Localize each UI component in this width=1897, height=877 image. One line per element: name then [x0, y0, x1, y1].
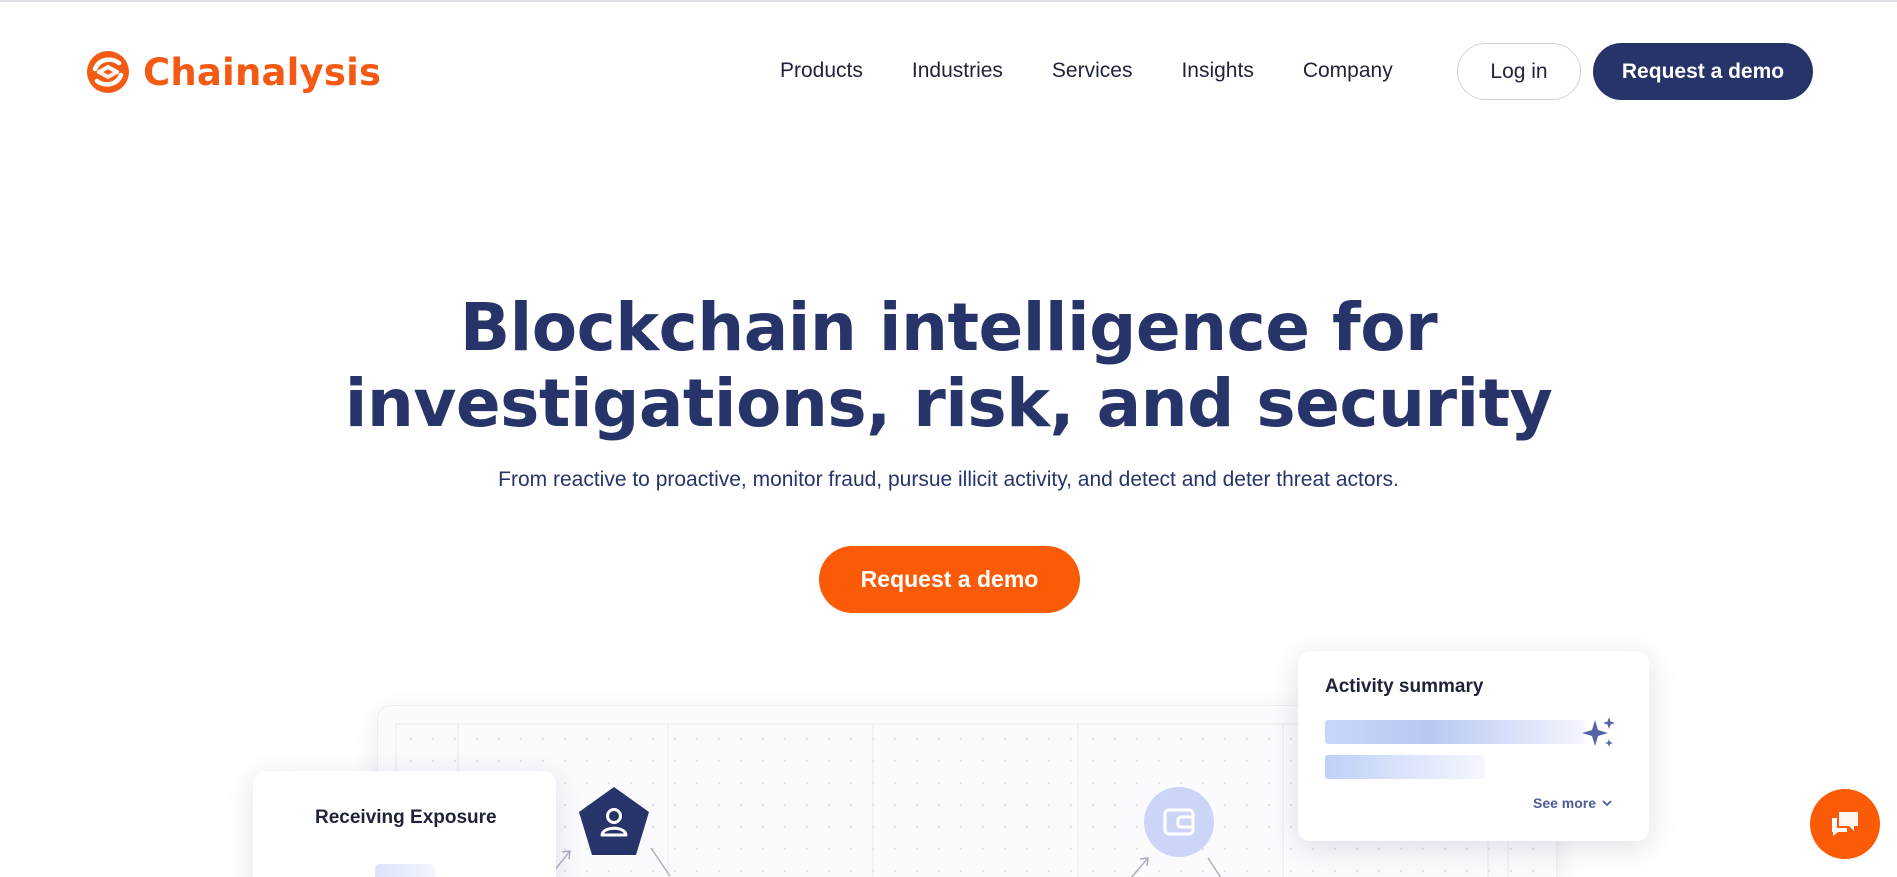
activity-summary-title: Activity summary — [1325, 676, 1484, 697]
chainalysis-logo-icon — [87, 51, 129, 93]
wallet-icon — [1163, 808, 1195, 836]
activity-bar-2 — [1325, 755, 1485, 779]
receiving-exposure-title: Receiving Exposure — [315, 807, 497, 828]
nav-item-services[interactable]: Services — [1052, 59, 1133, 83]
chevron-down-icon — [1602, 799, 1612, 806]
brand-name: Chainalysis — [143, 50, 382, 94]
sparkle-icon — [1582, 717, 1615, 747]
receiving-exposure-card: Receiving Exposure — [253, 771, 556, 877]
wallet-node — [1144, 787, 1214, 857]
chat-icon — [1832, 812, 1858, 836]
main-nav: Products Industries Services Insights Co… — [780, 56, 1442, 86]
hero-title-line-1: Blockchain intelligence for — [459, 289, 1438, 366]
nav-item-industries[interactable]: Industries — [912, 59, 1003, 83]
hero-title: Blockchain intelligence for investigatio… — [0, 290, 1897, 442]
brand-logo[interactable]: Chainalysis — [85, 48, 381, 96]
see-more-label: See more — [1533, 795, 1597, 811]
activity-bar-1 — [1325, 720, 1585, 744]
activity-summary-card: Activity summary See more — [1298, 651, 1649, 841]
chat-button[interactable] — [1810, 789, 1880, 859]
top-border — [0, 0, 1897, 2]
nav-item-products[interactable]: Products — [780, 59, 863, 83]
request-demo-header-button[interactable]: Request a demo — [1593, 43, 1813, 100]
nav-item-insights[interactable]: Insights — [1181, 59, 1253, 83]
request-demo-hero-button[interactable]: Request a demo — [819, 546, 1080, 613]
see-more-link[interactable]: See more — [1533, 795, 1612, 811]
login-button[interactable]: Log in — [1457, 43, 1581, 100]
user-icon — [579, 787, 649, 855]
exposure-bar — [375, 864, 435, 877]
hero-subtitle: From reactive to proactive, monitor frau… — [498, 468, 1399, 491]
hero-title-line-2: investigations, risk, and security — [344, 365, 1553, 442]
nav-item-company[interactable]: Company — [1303, 59, 1393, 83]
